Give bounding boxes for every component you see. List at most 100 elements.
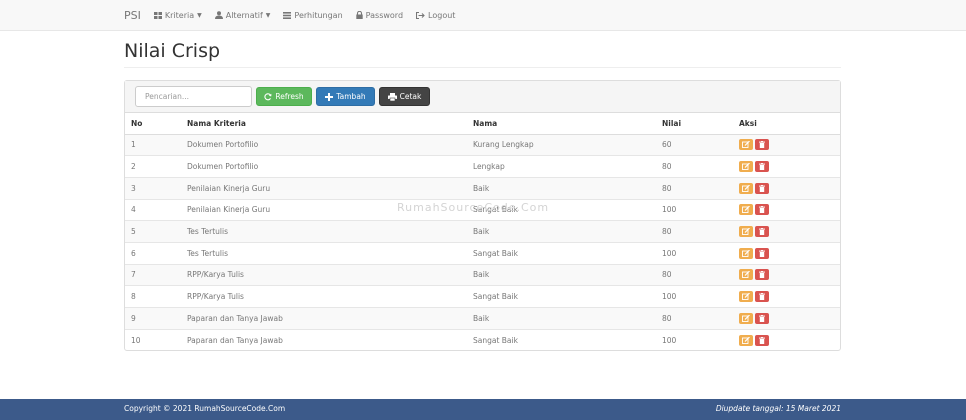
table-row: 8 RPP/Karya Tulis Sangat Baik 100 <box>125 285 840 308</box>
cell-no: 4 <box>125 198 181 221</box>
table-row: 3 Penilaian Kinerja Guru Baik 80 <box>125 176 840 200</box>
cell-nilai: 80 <box>656 263 733 286</box>
lock-icon <box>355 11 363 19</box>
trash-icon <box>759 271 765 279</box>
edit-icon <box>742 163 750 170</box>
top-navbar: PSI Kriteria ▼ Alternatif ▼ Perhitungan <box>0 0 966 31</box>
cell-no: 7 <box>125 263 181 286</box>
cell-nama: Sangat Baik <box>467 285 656 308</box>
cell-nilai: 80 <box>656 155 733 178</box>
grid-icon <box>153 11 162 19</box>
cell-nama: Kurang Lengkap <box>467 133 656 156</box>
cell-nilai: 100 <box>656 328 733 351</box>
cell-nama-kriteria: Penilaian Kinerja Guru <box>181 176 467 200</box>
data-panel: Refresh Tambah Cetak No Nama Kriteria Na… <box>124 80 841 351</box>
print-label: Cetak <box>399 92 422 101</box>
nav-alternatif-label: Alternatif <box>225 10 263 20</box>
delete-button[interactable] <box>755 182 769 194</box>
cell-nama-kriteria: RPP/Karya Tulis <box>181 263 467 286</box>
cell-aksi <box>733 241 840 265</box>
edit-button[interactable] <box>739 204 753 216</box>
delete-button[interactable] <box>755 312 769 324</box>
delete-button[interactable] <box>755 247 769 259</box>
user-icon <box>214 11 223 19</box>
edit-icon <box>742 249 750 257</box>
table-row: 1 Dokumen Portofilio Kurang Lengkap 60 <box>125 133 840 156</box>
nav-password[interactable]: Password <box>355 10 404 20</box>
cell-no: 1 <box>125 133 181 156</box>
trash-icon <box>759 293 765 301</box>
nav-kriteria-label: Kriteria <box>164 10 195 20</box>
nav-alternatif[interactable]: Alternatif ▼ <box>214 10 270 20</box>
cell-no: 10 <box>125 328 181 351</box>
edit-button[interactable] <box>739 291 753 303</box>
footer-copyright: Copyright © 2021 RumahSourceCode.Com <box>124 404 286 413</box>
nav-perhitungan[interactable]: Perhitungan <box>283 11 343 20</box>
cell-aksi <box>733 285 840 308</box>
edit-button[interactable] <box>739 139 753 151</box>
cell-nama: Lengkap <box>467 155 656 178</box>
refresh-button[interactable]: Refresh <box>256 87 312 106</box>
search-input[interactable] <box>135 86 252 107</box>
cell-nama: Sangat Baik <box>467 328 656 351</box>
cell-nama-kriteria: RPP/Karya Tulis <box>181 285 467 308</box>
edit-button[interactable] <box>739 182 753 194</box>
list-icon <box>283 11 292 19</box>
edit-button[interactable] <box>739 334 753 346</box>
cell-no: 9 <box>125 307 181 330</box>
delete-button[interactable] <box>755 204 769 216</box>
delete-button[interactable] <box>755 226 769 238</box>
nav-password-label: Password <box>365 10 404 20</box>
brand-link[interactable]: PSI <box>124 9 141 22</box>
logout-icon <box>416 11 425 19</box>
edit-button[interactable] <box>739 269 753 281</box>
cell-nilai: 100 <box>656 241 733 265</box>
edit-icon <box>742 336 750 344</box>
header-nama: Nama <box>467 113 656 135</box>
footer-updated: Diupdate tanggal: 15 Maret 2021 <box>715 404 841 413</box>
nav-logout[interactable]: Logout <box>416 11 455 20</box>
cell-no: 6 <box>125 241 181 265</box>
refresh-icon <box>264 92 272 101</box>
footer: Copyright © 2021 RumahSourceCode.Com Diu… <box>0 399 966 420</box>
edit-button[interactable] <box>739 312 753 324</box>
edit-icon <box>742 141 750 149</box>
cell-nama: Sangat Baik <box>467 198 656 221</box>
add-button[interactable]: Tambah <box>316 87 375 106</box>
cell-nama-kriteria: Dokumen Portofilio <box>181 133 467 156</box>
table-row: 6 Tes Tertulis Sangat Baik 100 <box>125 241 840 265</box>
trash-icon <box>759 206 765 214</box>
caret-down-icon: ▼ <box>197 11 202 19</box>
cell-nama-kriteria: Paparan dan Tanya Jawab <box>181 307 467 330</box>
refresh-label: Refresh <box>275 92 304 101</box>
nav-kriteria[interactable]: Kriteria ▼ <box>153 10 202 20</box>
trash-icon <box>759 336 765 344</box>
delete-button[interactable] <box>755 161 769 173</box>
table-row: 10 Paparan dan Tanya Jawab Sangat Baik 100 <box>125 328 840 351</box>
edit-button[interactable] <box>739 226 753 238</box>
cell-nama-kriteria: Dokumen Portofilio <box>181 155 467 178</box>
add-label: Tambah <box>336 92 366 101</box>
crisp-table: No Nama Kriteria Nama Nilai Aksi 1 Dokume… <box>125 113 840 351</box>
print-icon <box>387 92 397 101</box>
delete-button[interactable] <box>755 139 769 151</box>
edit-button[interactable] <box>739 161 753 173</box>
print-button[interactable]: Cetak <box>379 87 430 106</box>
cell-nilai: 100 <box>656 198 733 221</box>
delete-button[interactable] <box>755 269 769 281</box>
table-row: 4 Penilaian Kinerja Guru Sangat Baik 100 <box>125 198 840 221</box>
cell-aksi <box>733 133 840 156</box>
cell-nama-kriteria: Tes Tertulis <box>181 220 467 243</box>
header-nama-kriteria: Nama Kriteria <box>181 113 467 135</box>
edit-icon <box>742 228 750 236</box>
delete-button[interactable] <box>755 291 769 303</box>
delete-button[interactable] <box>755 334 769 346</box>
edit-button[interactable] <box>739 247 753 259</box>
trash-icon <box>759 163 765 171</box>
nav-logout-label: Logout <box>428 10 456 20</box>
table-body: 1 Dokumen Portofilio Kurang Lengkap 60 2 Doku… <box>125 133 840 351</box>
trash-icon <box>759 184 765 192</box>
panel-toolbar: Refresh Tambah Cetak <box>125 81 840 113</box>
trash-icon <box>759 249 765 257</box>
cell-nilai: 60 <box>656 133 733 156</box>
